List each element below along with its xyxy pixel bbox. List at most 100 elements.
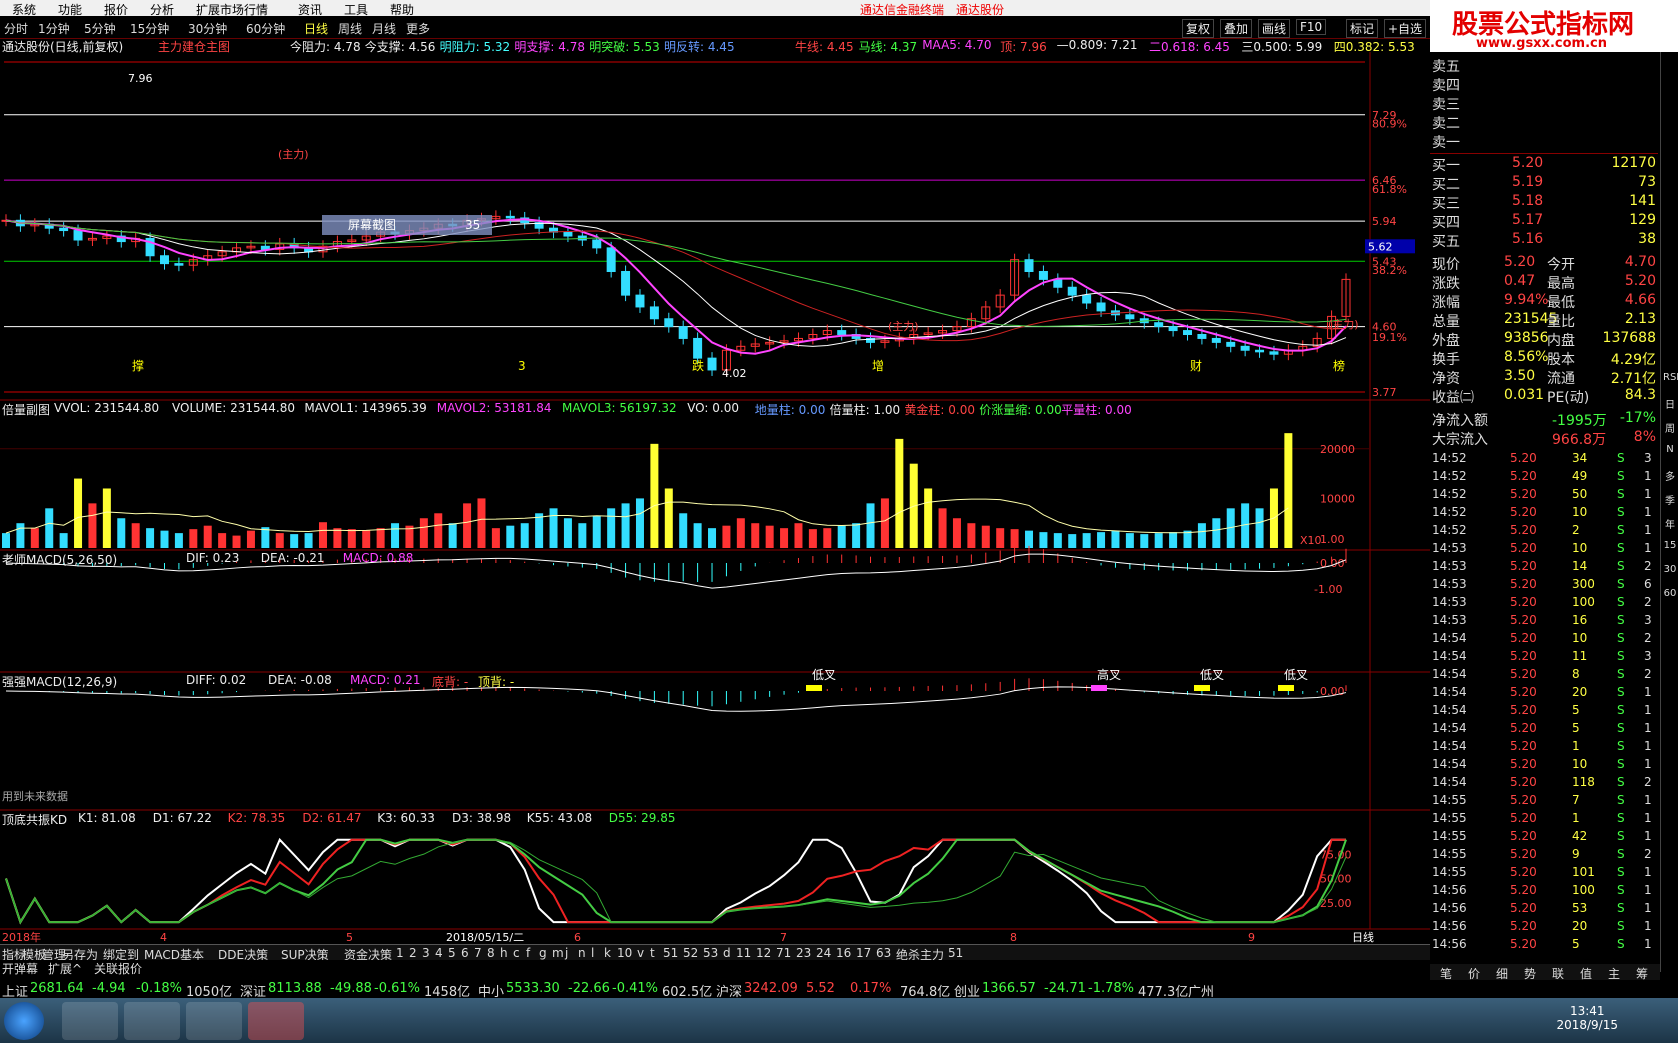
indicator-tab[interactable]: 7	[474, 946, 482, 960]
indicator-tab[interactable]: 5	[448, 946, 456, 960]
indicator-tab[interactable]: j	[565, 946, 568, 960]
indicator-tab[interactable]: 17	[856, 946, 871, 960]
tick-cell: S	[1617, 865, 1625, 879]
indicator-tab[interactable]: 10	[617, 946, 632, 960]
start-button[interactable]	[4, 1002, 44, 1040]
indicator-tab[interactable]: 6	[461, 946, 469, 960]
sidebar-button[interactable]: 30	[1663, 564, 1677, 578]
indicator-tab[interactable]: 71	[776, 946, 791, 960]
indicator-tab[interactable]: m	[552, 946, 564, 960]
period-tab[interactable]: 1分钟	[38, 20, 70, 37]
indicator-tab[interactable]: 12	[756, 946, 771, 960]
volume-bar	[391, 523, 400, 548]
tick-cell: S	[1617, 739, 1625, 753]
tool-button[interactable]: F10	[1296, 19, 1327, 35]
quote-tab[interactable]: 联	[1552, 965, 1564, 982]
indicator-tab[interactable]: n	[578, 946, 586, 960]
stat-value: 5.20	[1504, 254, 1536, 270]
indicator-tab[interactable]: k	[604, 946, 611, 960]
quote-tab[interactable]: 值	[1580, 965, 1592, 982]
period-tab[interactable]: 月线	[372, 20, 396, 37]
buy-vol: 73	[1638, 174, 1656, 190]
tick-cell: 2	[1572, 523, 1580, 537]
tick-cell: 5.20	[1510, 703, 1537, 717]
indicator-tab[interactable]: g	[539, 946, 547, 960]
tick-row: 14:54 5.20 118 S 2	[1432, 774, 1658, 792]
sidebar-button[interactable]: N	[1663, 444, 1677, 458]
indicator-tab[interactable]: 4	[435, 946, 443, 960]
period-tab[interactable]: 60分钟	[246, 20, 285, 37]
indicator-tab[interactable]: f	[526, 946, 530, 960]
indicator-tab[interactable]: h	[500, 946, 508, 960]
sub-tab[interactable]: 扩展^	[48, 960, 82, 977]
volume-bar	[808, 529, 817, 548]
index-chg: -22.66	[568, 981, 610, 996]
taskbar-refresh-icon[interactable]	[124, 1002, 180, 1040]
tick-cell: 1	[1644, 739, 1652, 753]
indicator-tab[interactable]: 11	[736, 946, 751, 960]
tool-button[interactable]: 叠加	[1220, 19, 1253, 38]
sidebar-button[interactable]: 多	[1663, 468, 1677, 483]
period-tab[interactable]: 周线	[338, 20, 362, 37]
indicator-tab[interactable]: 52	[683, 946, 698, 960]
tick-cell: 5.20	[1510, 847, 1537, 861]
sidebar-button[interactable]: 周	[1663, 420, 1677, 435]
sidebar-button[interactable]: 15	[1663, 540, 1677, 554]
taskbar-ie-icon[interactable]	[62, 1002, 118, 1040]
tick-row: 14:52 5.20 2 S 1	[1432, 522, 1658, 540]
quote-tab[interactable]: 势	[1524, 965, 1536, 982]
sub-tab[interactable]: 关联报价	[94, 960, 142, 977]
indicator-tab[interactable]: c	[513, 946, 520, 960]
taskbar-tdx-icon[interactable]	[248, 1002, 304, 1040]
tool-button[interactable]: +自选	[1384, 19, 1427, 38]
stat-value: 8.56%	[1504, 349, 1549, 365]
period-tab[interactable]: 15分钟	[130, 20, 169, 37]
indicator-tab[interactable]: 8	[487, 946, 495, 960]
sell-row: 卖四	[1432, 75, 1658, 94]
volume-bar	[1039, 532, 1048, 548]
sidebar-button[interactable]: 季	[1663, 492, 1677, 507]
cross-mark	[1278, 685, 1294, 691]
sidebar-button[interactable]: RSI	[1663, 372, 1678, 386]
indicator-tab[interactable]: 51	[663, 946, 678, 960]
system-clock: 13:41 2018/9/15	[1556, 1004, 1618, 1032]
indicator-tab[interactable]: 23	[796, 946, 811, 960]
candle-body	[693, 337, 703, 359]
indicator-tab[interactable]: l	[591, 946, 594, 960]
sub-tab[interactable]: 开弹幕	[2, 960, 38, 977]
indicator-tab[interactable]: d	[723, 946, 731, 960]
chart-area[interactable]: 7.2980.9%6.4661.8%5.945.4338.2%4.6019.1%…	[0, 52, 1430, 944]
tool-button[interactable]: 画线	[1258, 19, 1291, 38]
period-tab[interactable]: 30分钟	[188, 20, 227, 37]
indicator-tab[interactable]: 3	[422, 946, 430, 960]
indicator-tab[interactable]: v	[637, 946, 644, 960]
period-tab[interactable]: 更多	[406, 20, 430, 37]
indicator-tab[interactable]: 24	[816, 946, 831, 960]
period-tab[interactable]: 日线	[304, 20, 328, 37]
indicator-tab[interactable]: 51	[948, 946, 963, 960]
stat-value: 137688	[1602, 330, 1656, 346]
sidebar-button[interactable]: 60	[1663, 588, 1677, 602]
indicator-tab[interactable]: 16	[836, 946, 851, 960]
sell-label: 卖三	[1432, 97, 1460, 113]
quote-tab[interactable]: 价	[1468, 965, 1480, 982]
volume-bar	[679, 513, 688, 548]
quote-tab[interactable]: 筹	[1636, 965, 1648, 982]
indicator-tab[interactable]: 1	[396, 946, 404, 960]
volume-bar	[376, 528, 385, 548]
quote-tab[interactable]: 笔	[1440, 965, 1452, 982]
taskbar-book-icon[interactable]	[186, 1002, 242, 1040]
tool-button[interactable]: 复权	[1182, 19, 1215, 38]
quote-tab[interactable]: 主	[1608, 965, 1620, 982]
indicator-tab[interactable]: t	[650, 946, 655, 960]
sidebar-button[interactable]: 日	[1663, 396, 1677, 411]
sidebar-button[interactable]: 年	[1663, 516, 1677, 531]
period-tab[interactable]: 分时	[4, 20, 28, 37]
indicator-tab[interactable]: 63	[876, 946, 891, 960]
tick-cell: 5.20	[1510, 595, 1537, 609]
period-tab[interactable]: 5分钟	[84, 20, 116, 37]
indicator-tab[interactable]: 53	[703, 946, 718, 960]
quote-tab[interactable]: 细	[1496, 965, 1508, 982]
tool-button[interactable]: 标记	[1346, 19, 1379, 38]
indicator-tab[interactable]: 2	[409, 946, 417, 960]
